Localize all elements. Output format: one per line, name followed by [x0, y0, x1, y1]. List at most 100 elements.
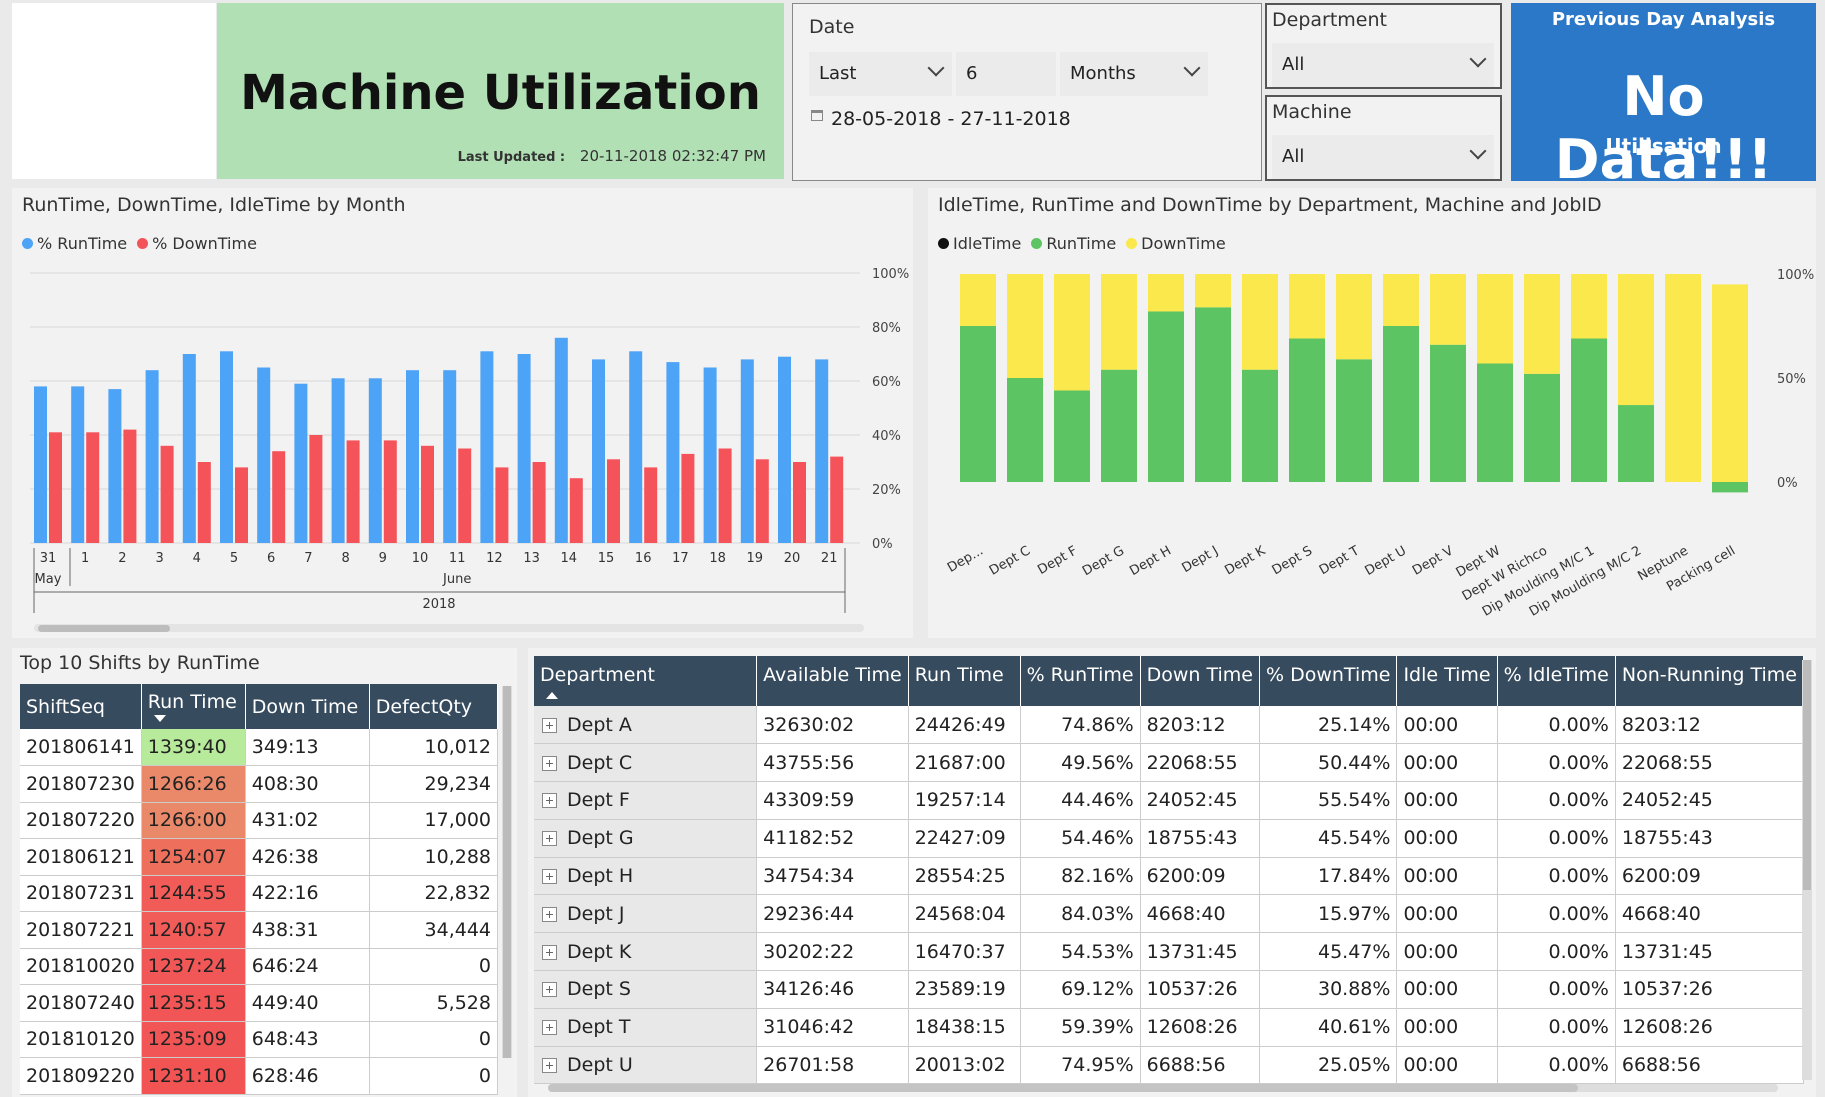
bar-downtime[interactable]: [421, 445, 434, 543]
bar-runtime[interactable]: [778, 356, 791, 543]
bar-runtime[interactable]: [71, 386, 85, 543]
table-row[interactable]: Dept A 32630:02 24426:49 74.86% 8203:12 25.14…: [534, 706, 1805, 745]
table-row[interactable]: Dept H 34754:34 28554:25 82.16% 6200:09 17.84…: [534, 857, 1805, 896]
column-header-pct-downtime[interactable]: % DownTime: [1259, 656, 1398, 706]
bar-downtime[interactable]: [1712, 284, 1748, 482]
bar-runtime[interactable]: [406, 370, 419, 543]
bar-downtime[interactable]: [1383, 274, 1419, 326]
bar-runtime[interactable]: [1007, 378, 1043, 482]
bar-downtime[interactable]: [1336, 274, 1372, 360]
table-row[interactable]: 201807231 1244:55 422:16 22,832: [20, 875, 499, 912]
expand-plus-icon[interactable]: [542, 831, 557, 847]
bar-runtime[interactable]: [740, 359, 754, 543]
column-header-runtime[interactable]: Run Time: [141, 684, 246, 729]
bar-downtime[interactable]: [235, 467, 248, 543]
bar-runtime[interactable]: [294, 383, 308, 543]
bar-runtime[interactable]: [257, 367, 271, 544]
table-row[interactable]: 201806141 1339:40 349:13 10,012: [20, 729, 499, 766]
table-row[interactable]: 201806121 1254:07 426:38 10,288: [20, 838, 499, 876]
bar-runtime[interactable]: [960, 326, 996, 482]
column-header-department[interactable]: Department: [534, 656, 758, 706]
bar-runtime[interactable]: [480, 351, 494, 543]
bar-runtime[interactable]: [1148, 311, 1184, 482]
time-by-department-chart[interactable]: IdleTime, RunTime and DownTime by Depart…: [928, 188, 1816, 638]
bar-runtime[interactable]: [1477, 363, 1513, 482]
bar-runtime[interactable]: [1242, 369, 1278, 482]
bar-downtime[interactable]: [1289, 274, 1325, 339]
table-row[interactable]: 201807240 1235:15 449:40 5,528: [20, 984, 499, 1022]
table-row[interactable]: Dept F 43309:59 19257:14 44.46% 24052:45 55.5…: [534, 781, 1805, 820]
bar-runtime[interactable]: [517, 354, 531, 543]
bar-downtime[interactable]: [1101, 274, 1137, 370]
bar-downtime[interactable]: [532, 462, 546, 543]
table-row[interactable]: 201810120 1235:09 648:43 0: [20, 1021, 499, 1058]
expand-plus-icon[interactable]: [542, 755, 557, 771]
table-row[interactable]: Dept U 26701:58 20013:02 74.95% 6688:56 25.05…: [534, 1046, 1805, 1085]
bar-runtime[interactable]: [182, 354, 196, 543]
bar-downtime[interactable]: [830, 456, 844, 543]
bar-runtime[interactable]: [1571, 338, 1607, 482]
column-header-non-running-time[interactable]: Non-Running Time: [1615, 656, 1805, 706]
table-row[interactable]: Dept G 41182:52 22427:09 54.46% 18755:43 45.5…: [534, 819, 1805, 858]
bar-downtime[interactable]: [495, 467, 509, 543]
table-row[interactable]: 201810020 1237:24 646:24 0: [20, 948, 499, 985]
table-row[interactable]: Dept T 31046:42 18438:15 59.39% 12608:26 40.6…: [534, 1008, 1805, 1047]
date-count-input[interactable]: 6: [956, 52, 1056, 96]
column-header-run-time[interactable]: Run Time: [908, 656, 1021, 706]
bar-downtime[interactable]: [1524, 274, 1560, 374]
bar-downtime[interactable]: [1148, 274, 1184, 312]
bar-downtime[interactable]: [644, 467, 658, 543]
bar-downtime[interactable]: [1195, 274, 1231, 308]
bar-runtime[interactable]: [145, 370, 159, 543]
bar-runtime[interactable]: [34, 386, 47, 543]
scrollbar-thumb[interactable]: [38, 625, 170, 632]
bar-downtime[interactable]: [718, 448, 732, 544]
column-header-down-time[interactable]: Down Time: [1140, 656, 1261, 706]
expand-plus-icon[interactable]: [542, 944, 557, 960]
expand-plus-icon[interactable]: [542, 906, 557, 922]
bar-downtime[interactable]: [960, 274, 996, 326]
table-row[interactable]: Dept K 30202:22 16470:37 54.53% 13731:45 45.4…: [534, 932, 1805, 972]
column-header-idle-time[interactable]: Idle Time: [1396, 656, 1498, 706]
bar-runtime[interactable]: [592, 359, 605, 543]
bar-downtime[interactable]: [1054, 274, 1090, 391]
bar-runtime[interactable]: [1383, 326, 1419, 482]
table-row[interactable]: 201807230 1266:26 408:30 29,234: [20, 765, 499, 803]
bar-runtime[interactable]: [1524, 373, 1560, 482]
table-row[interactable]: 201807221 1240:57 438:31 34,444: [20, 911, 499, 949]
bar-runtime[interactable]: [1289, 338, 1325, 482]
bar-downtime[interactable]: [458, 448, 472, 544]
bar-runtime[interactable]: [331, 378, 345, 543]
expand-plus-icon[interactable]: [542, 869, 557, 885]
expand-plus-icon[interactable]: [542, 717, 557, 733]
expand-plus-icon[interactable]: [542, 1020, 557, 1036]
vertical-scrollbar[interactable]: [1802, 660, 1812, 1080]
bar-runtime[interactable]: [1195, 307, 1231, 482]
bar-runtime[interactable]: [815, 359, 829, 543]
bar-runtime[interactable]: [108, 389, 122, 543]
bar-runtime[interactable]: [1336, 359, 1372, 482]
date-unit-dropdown[interactable]: Months: [1060, 52, 1208, 96]
bar-downtime[interactable]: [160, 445, 174, 543]
bar-runtime[interactable]: [1618, 405, 1654, 482]
date-range[interactable]: 28-05-2018 - 27-11-2018: [831, 108, 1071, 130]
bar-runtime[interactable]: [1430, 344, 1466, 482]
horizontal-scrollbar[interactable]: [548, 1084, 1778, 1092]
bar-runtime[interactable]: [368, 378, 382, 543]
table-row[interactable]: Dept C 43755:56 21687:00 49.56% 22068:55 50.4…: [534, 743, 1805, 783]
bar-downtime[interactable]: [569, 478, 583, 543]
bar-downtime[interactable]: [383, 440, 397, 543]
bar-runtime[interactable]: [1054, 390, 1090, 482]
bar-downtime[interactable]: [86, 432, 100, 543]
bar-downtime[interactable]: [272, 451, 286, 543]
expand-plus-icon[interactable]: [542, 1058, 557, 1074]
column-header-shiftseq[interactable]: ShiftSeq: [20, 684, 142, 729]
scrollbar-thumb[interactable]: [1803, 660, 1811, 890]
bar-runtime[interactable]: [1101, 369, 1137, 482]
column-header-pct-runtime[interactable]: % RunTime: [1020, 656, 1141, 706]
calendar-icon[interactable]: [811, 110, 823, 121]
column-header-available-time[interactable]: Available Time: [756, 656, 909, 706]
bar-downtime[interactable]: [123, 429, 137, 543]
date-mode-dropdown[interactable]: Last: [809, 52, 952, 96]
bar-downtime[interactable]: [1665, 274, 1701, 482]
